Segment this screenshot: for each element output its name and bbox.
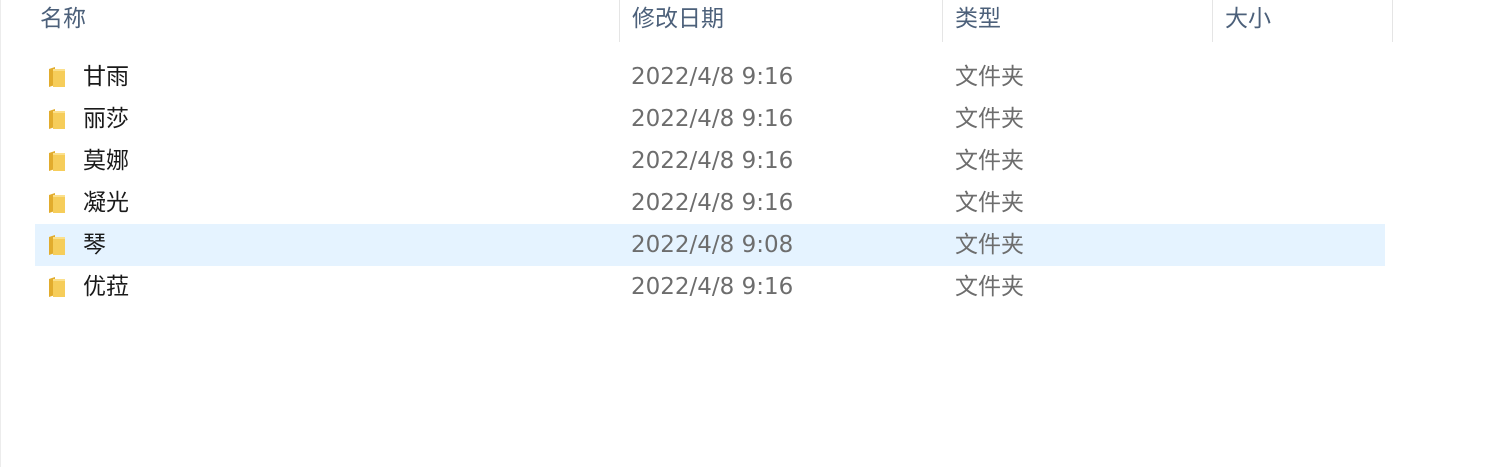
column-header-size[interactable]: 大小	[1212, 0, 1393, 42]
file-row[interactable]: 莫娜 2022/4/8 9:16 文件夹	[35, 140, 1385, 182]
file-name: 凝光	[83, 190, 129, 216]
file-name: 琴	[83, 232, 106, 258]
file-date-modified: 2022/4/8 9:16	[631, 106, 794, 132]
file-date-modified: 2022/4/8 9:16	[631, 64, 794, 90]
file-name: 丽莎	[83, 106, 129, 132]
file-date-modified: 2022/4/8 9:08	[631, 232, 794, 258]
file-list: 甘雨 2022/4/8 9:16 文件夹 丽莎 2022/4/8 9:16 文件…	[35, 56, 1385, 308]
folder-icon	[49, 67, 65, 87]
folder-icon	[49, 235, 65, 255]
file-type: 文件夹	[955, 148, 1024, 174]
file-explorer-details-view: 名称 修改日期 类型 大小 甘雨 2022/4/8 9:16 文件夹 丽莎 20…	[0, 0, 1488, 467]
column-header-type[interactable]: 类型	[942, 0, 1212, 42]
column-header-bar: 名称 修改日期 类型 大小	[1, 0, 1393, 42]
folder-icon	[49, 109, 65, 129]
file-date-modified: 2022/4/8 9:16	[631, 274, 794, 300]
folder-icon	[49, 151, 65, 171]
file-name: 甘雨	[83, 64, 129, 90]
file-row[interactable]: 优菈 2022/4/8 9:16 文件夹	[35, 266, 1385, 308]
file-name: 莫娜	[83, 148, 129, 174]
file-row-selected[interactable]: 琴 2022/4/8 9:08 文件夹	[35, 224, 1385, 266]
folder-icon	[49, 277, 65, 297]
file-type: 文件夹	[955, 190, 1024, 216]
file-date-modified: 2022/4/8 9:16	[631, 190, 794, 216]
folder-icon	[49, 193, 65, 213]
file-row[interactable]: 凝光 2022/4/8 9:16 文件夹	[35, 182, 1385, 224]
column-header-date-modified[interactable]: 修改日期	[619, 0, 942, 42]
file-date-modified: 2022/4/8 9:16	[631, 148, 794, 174]
file-type: 文件夹	[955, 232, 1024, 258]
file-row[interactable]: 甘雨 2022/4/8 9:16 文件夹	[35, 56, 1385, 98]
file-type: 文件夹	[955, 274, 1024, 300]
file-name: 优菈	[83, 274, 129, 300]
file-type: 文件夹	[955, 64, 1024, 90]
column-header-name[interactable]: 名称	[28, 0, 618, 42]
file-type: 文件夹	[955, 106, 1024, 132]
file-row[interactable]: 丽莎 2022/4/8 9:16 文件夹	[35, 98, 1385, 140]
